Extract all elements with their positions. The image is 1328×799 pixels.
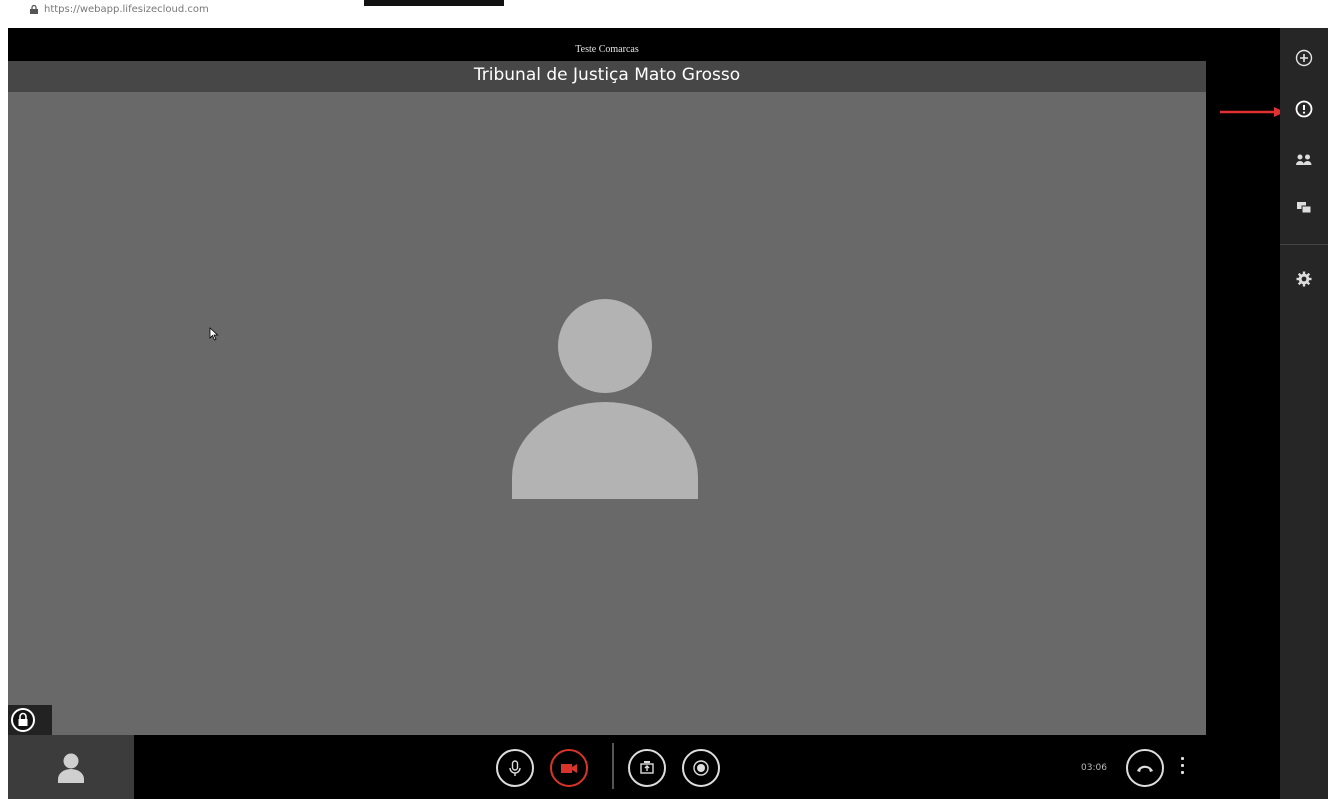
mouse-cursor-icon [209,327,219,341]
participant-avatar-icon [512,299,698,499]
call-controls-bar: 03:06 [134,735,1206,799]
video-call-app: Teste Comarcas Tribunal de Justiça Mato … [8,28,1328,799]
top-black-bar [364,0,504,6]
camera-button[interactable] [550,749,588,787]
share-screen-icon [640,761,654,774]
hang-up-button[interactable] [1126,749,1164,787]
browser-url-bar: https://webapp.lifesizecloud.com [0,0,1328,28]
camera-off-icon [561,764,577,773]
record-icon [693,760,709,776]
conference-name: Teste Comarcas [575,44,639,55]
main-video-area [8,92,1206,735]
record-button[interactable] [682,749,720,787]
settings-button[interactable] [1290,265,1318,293]
info-button[interactable] [1290,95,1318,123]
chat-button[interactable] [1290,194,1318,222]
annotation-red-arrow [1220,107,1285,117]
url-text[interactable]: https://webapp.lifesizecloud.com [44,4,209,15]
microphone-icon [509,760,521,776]
meeting-lock-button[interactable] [8,705,52,735]
sidebar-divider [1280,244,1328,245]
call-timer: 03:06 [1081,763,1107,773]
hang-up-icon [1137,765,1153,772]
share-screen-button[interactable] [628,749,666,787]
participants-icon [1296,154,1312,165]
gear-icon [1296,271,1312,287]
self-avatar-icon [58,753,84,783]
chat-icon [1297,202,1312,214]
info-icon [1295,100,1313,118]
more-options-button[interactable] [1180,757,1186,779]
mute-button[interactable] [496,749,534,787]
add-button[interactable] [1290,44,1318,72]
lock-icon [30,5,38,14]
add-icon [1295,49,1313,67]
right-sidebar [1280,28,1328,799]
participants-button[interactable] [1290,146,1318,174]
lock-icon [18,712,28,726]
controls-divider [612,743,614,789]
self-view-tile[interactable] [8,735,134,799]
meeting-title: Tribunal de Justiça Mato Grosso [8,61,1206,92]
